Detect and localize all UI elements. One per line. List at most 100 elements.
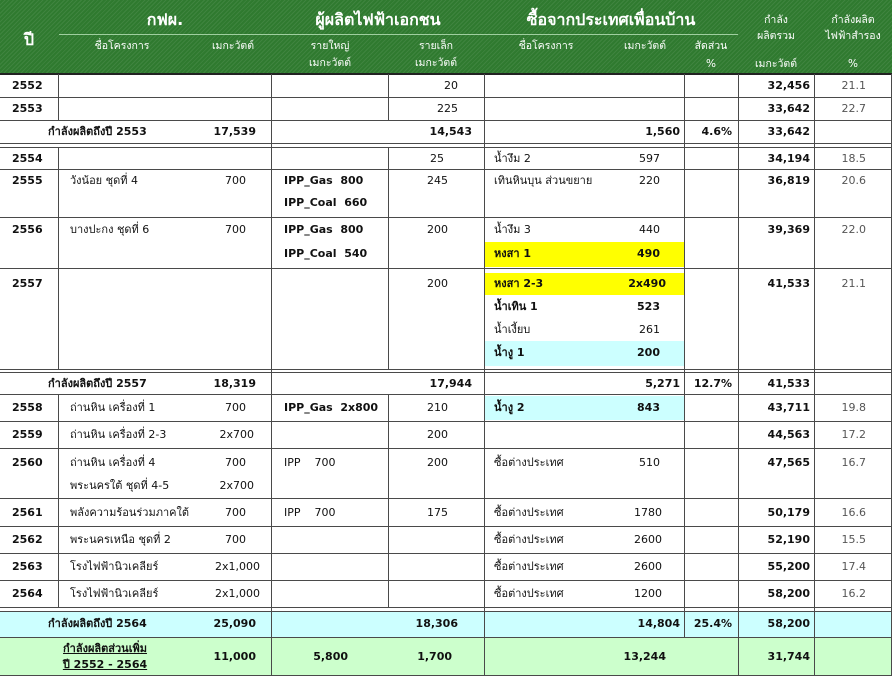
ipp-large-value: IPP_Gas 2x800 <box>284 401 379 414</box>
header-reserve-2: ไฟฟ้าสำรอง <box>825 30 881 42</box>
reserve-value: 16.2 <box>841 587 867 600</box>
spp-value: 225 <box>437 102 458 115</box>
total-value: 39,369 <box>767 223 810 236</box>
egat-project: บางปะกง ชุดที่ 6 <box>70 223 150 236</box>
grid-line <box>0 553 892 554</box>
total-value: 55,200 <box>767 560 810 573</box>
neighbor-project: น้ำเทิน 1 <box>494 300 538 313</box>
grid-line <box>0 526 892 527</box>
neighbor-project: น้ำเงี้ยบ <box>494 323 531 336</box>
egat-mw: 2x700 <box>219 428 254 441</box>
year-cell: 2561 <box>12 506 43 519</box>
added-ipp: 5,800 <box>313 650 348 663</box>
reserve-value: 17.4 <box>841 560 867 573</box>
reserve-value: 16.6 <box>841 506 867 519</box>
total-value: 52,190 <box>767 533 810 546</box>
year-cell: 2558 <box>12 401 43 414</box>
reserve-value: 16.7 <box>841 456 867 469</box>
egat-mw: 700 <box>225 456 246 469</box>
spp-value: 175 <box>427 506 448 519</box>
neighbor-mw: 597 <box>639 152 660 165</box>
added-capacity-period: ปี 2552 - 2564 <box>62 658 148 671</box>
grid-line <box>0 147 892 148</box>
neighbor-project: น้ำงึม 2 <box>494 152 531 165</box>
subtotal-total: 41,533 <box>767 377 810 390</box>
subtotal-share: 12.7% <box>693 377 732 390</box>
egat-project: ถ่านหิน เครื่องที่ 4 <box>70 456 156 469</box>
grid-line <box>58 147 59 369</box>
egat-mw: 700 <box>225 533 246 546</box>
grid-line <box>0 169 892 170</box>
grid-line <box>0 421 892 422</box>
ipp-large-value: IPP_Gas 800 <box>284 174 364 187</box>
header-nb-share-1: สัดส่วน <box>694 40 728 52</box>
grid-line <box>0 611 892 612</box>
egat-mw: 2x1,000 <box>215 587 260 600</box>
header-egat-project: ชื่อโครงการ <box>94 40 150 52</box>
neighbor-mw: 843 <box>637 401 660 414</box>
subtotal-neighbor: 14,804 <box>637 617 680 630</box>
egat-mw: 2x700 <box>219 479 254 492</box>
reserve-value: 21.1 <box>841 79 867 92</box>
header-total-2: ผลิตรวม <box>757 30 795 42</box>
neighbor-mw: 2600 <box>634 560 662 573</box>
egat-mw: 700 <box>225 506 246 519</box>
neighbor-project: น้ำงู 2 <box>494 401 525 414</box>
header-neighbor: ซื้อจากประเทศเพื่อนบ้าน <box>526 10 696 29</box>
grid-line <box>0 580 892 581</box>
ipp-large-value: IPP_Gas 800 <box>284 223 364 236</box>
grid-line <box>0 120 892 121</box>
total-value: 33,642 <box>767 102 810 115</box>
subtotal-neighbor: 1,560 <box>645 125 680 138</box>
neighbor-project: น้ำงึม 3 <box>494 223 531 236</box>
header-nb-mw: เมกะวัตต์ <box>623 40 667 52</box>
subtotal-label: กำลังผลิตถึงปี 2553 <box>48 125 147 138</box>
subtotal-spp: 18,306 <box>415 617 458 630</box>
subtotal-label: กำลังผลิตถึงปี 2564 <box>48 617 147 630</box>
neighbor-project: น้ำงู 1 <box>494 346 525 359</box>
egat-project: โรงไฟฟ้านิวเคลียร์ <box>70 587 159 600</box>
header-year: ปี <box>23 30 35 49</box>
total-value: 43,711 <box>767 401 810 414</box>
ipp-large-value: IPP_Coal 540 <box>284 247 368 260</box>
total-value: 36,819 <box>767 174 810 187</box>
grid-line <box>0 607 892 608</box>
grid-line <box>0 394 892 395</box>
neighbor-mw: 200 <box>637 346 660 359</box>
neighbor-project: ซื้อต่างประเทศ <box>494 560 564 573</box>
neighbor-project: เทินหินบุน ส่วนขยาย <box>494 174 593 187</box>
header-ipp-small-2: เมกะวัตต์ <box>414 57 458 69</box>
neighbor-project: ซื้อต่างประเทศ <box>494 506 564 519</box>
spp-value: 200 <box>427 277 448 290</box>
grid-line <box>58 74 59 120</box>
spp-value: 245 <box>427 174 448 187</box>
subtotal-egat: 18,319 <box>213 377 256 390</box>
egat-project: พลังความร้อนร่วมภาคใต้ <box>70 506 189 519</box>
added-capacity-label: กำลังผลิตส่วนเพิ่ม <box>63 642 147 655</box>
neighbor-mw: 2600 <box>634 533 662 546</box>
header-ipp-large-1: รายใหญ่ <box>310 40 350 52</box>
egat-project: พระนครเหนือ ชุดที่ 2 <box>70 533 171 546</box>
egat-mw: 700 <box>225 401 246 414</box>
spp-value: 210 <box>427 401 448 414</box>
spp-value: 200 <box>427 223 448 236</box>
header-reserve-unit: % <box>848 58 858 70</box>
neighbor-mw: 2x490 <box>628 277 666 290</box>
subtotal-egat: 17,539 <box>213 125 256 138</box>
header-ipp: ผู้ผลิตไฟฟ้าเอกชน <box>315 10 441 29</box>
ipp-large-value: IPP_Coal 660 <box>284 196 368 209</box>
reserve-value: 21.1 <box>841 277 867 290</box>
neighbor-project: ซื้อต่างประเทศ <box>494 533 564 546</box>
egat-mw: 700 <box>225 174 246 187</box>
grid-line <box>271 74 272 676</box>
reserve-value: 22.7 <box>841 102 867 115</box>
subtotal-label: กำลังผลิตถึงปี 2557 <box>48 377 147 390</box>
added-egat: 11,000 <box>213 650 256 663</box>
grid-line <box>0 448 892 449</box>
year-cell: 2562 <box>12 533 43 546</box>
year-cell: 2564 <box>12 587 43 600</box>
grid-line <box>684 74 685 638</box>
reserve-value: 18.5 <box>841 152 867 165</box>
neighbor-mw: 220 <box>639 174 660 187</box>
egat-mw: 2x1,000 <box>215 560 260 573</box>
